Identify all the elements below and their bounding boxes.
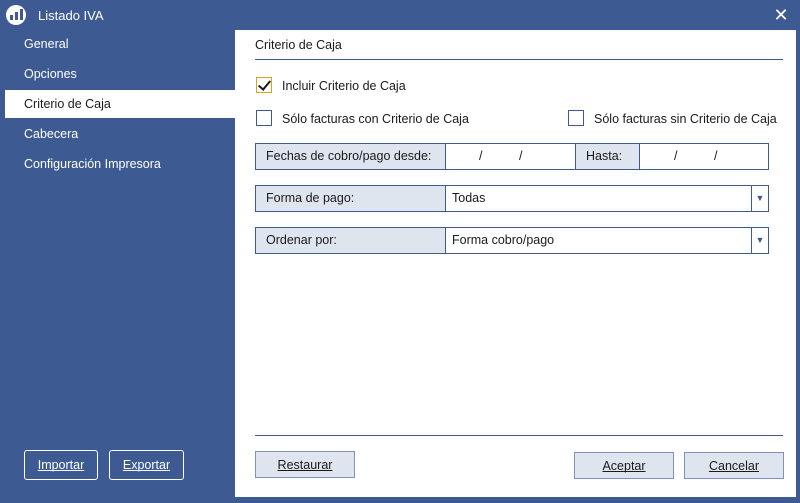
order-by-select[interactable]: Forma cobro/pago [452, 228, 742, 253]
chevron-down-icon[interactable]: ▼ [751, 186, 768, 211]
payment-method-select[interactable]: Todas [452, 186, 742, 211]
only-without-criterio-checkbox[interactable] [568, 110, 584, 126]
include-criterio-label: Incluir Criterio de Caja [282, 79, 406, 93]
export-button[interactable]: Exportar [109, 450, 184, 480]
date-from-input[interactable]: / / [446, 144, 575, 169]
sidebar-item-criterio-de-caja[interactable]: Criterio de Caja [5, 90, 235, 118]
date-to-input[interactable]: / / [640, 144, 768, 169]
only-without-criterio-label: Sólo facturas sin Criterio de Caja [594, 112, 777, 126]
section-title: Criterio de Caja [255, 38, 342, 52]
date-to-label: Hasta: [575, 144, 640, 169]
sidebar-item-configuracion-impresora[interactable]: Configuración Impresora [5, 150, 235, 178]
window-title: Listado IVA [38, 8, 104, 23]
chevron-down-icon[interactable]: ▼ [751, 228, 768, 253]
sidebar-item-cabecera[interactable]: Cabecera [5, 120, 235, 148]
include-criterio-checkbox[interactable] [256, 77, 272, 93]
order-by-row: Ordenar por: Forma cobro/pago ▼ [255, 227, 769, 254]
sidebar: General Opciones Criterio de Caja Cabece… [0, 30, 235, 503]
section-divider [255, 59, 783, 60]
cancel-button[interactable]: Cancelar [684, 452, 784, 479]
app-logo-icon [6, 5, 26, 25]
accept-button[interactable]: Aceptar [574, 452, 674, 479]
sidebar-item-opciones[interactable]: Opciones [5, 60, 235, 88]
only-with-criterio-label: Sólo facturas con Criterio de Caja [282, 112, 469, 126]
sidebar-item-general[interactable]: General [5, 30, 235, 58]
title-bar: Listado IVA ✕ [0, 0, 800, 30]
restore-button[interactable]: Restaurar [255, 451, 355, 478]
date-from-label: Fechas de cobro/pago desde: [256, 144, 446, 169]
order-by-label: Ordenar por: [256, 228, 446, 253]
payment-method-row: Forma de pago: Todas ▼ [255, 185, 769, 212]
only-with-criterio-checkbox[interactable] [256, 110, 272, 126]
close-icon[interactable]: ✕ [770, 4, 792, 26]
import-button[interactable]: Importar [24, 450, 98, 480]
date-range-row: Fechas de cobro/pago desde: / / Hasta: /… [255, 143, 769, 170]
main-panel: Criterio de Caja Incluir Criterio de Caj… [235, 30, 796, 497]
payment-method-label: Forma de pago: [256, 186, 446, 211]
footer-divider [255, 435, 783, 436]
